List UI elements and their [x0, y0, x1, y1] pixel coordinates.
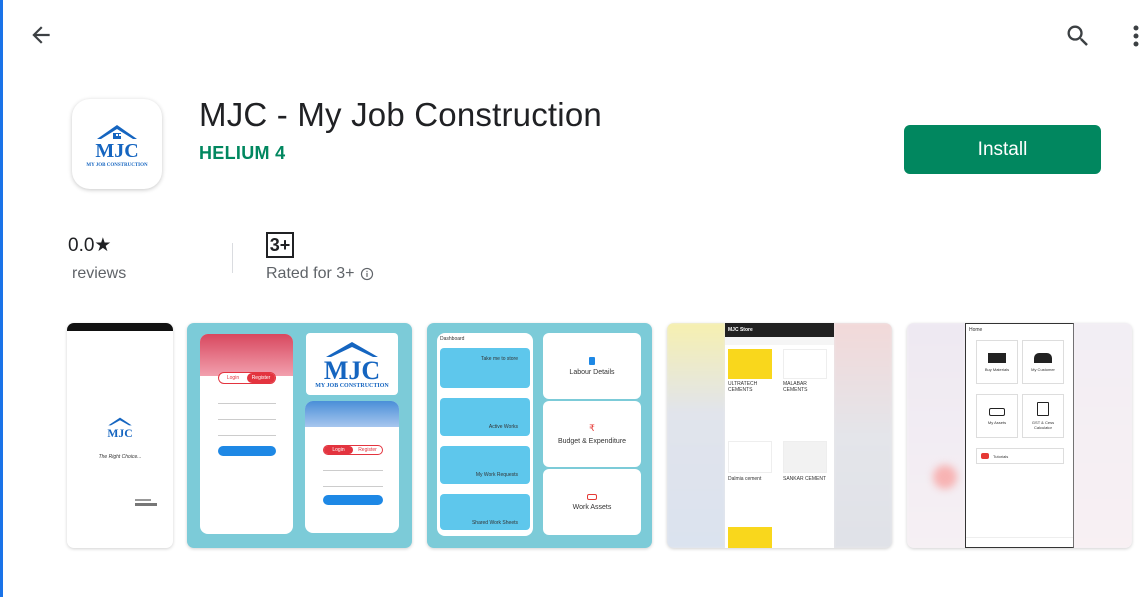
product-image — [783, 441, 827, 473]
search-button[interactable] — [1060, 18, 1096, 54]
rated-label: Rated for 3+ — [266, 265, 355, 282]
app-title: MJC - My Job Construction — [199, 96, 602, 133]
assets-card: Work Assets — [543, 469, 641, 535]
more-options-button[interactable] — [1124, 18, 1148, 54]
app-icon-subtext: MY JOB CONSTRUCTION — [86, 162, 148, 168]
age-rating-badge: 3+ — [266, 232, 294, 258]
content-rating[interactable]: Rated for 3+ — [266, 265, 374, 283]
product-image — [783, 349, 827, 379]
svg-text:MJC: MJC — [324, 356, 380, 383]
login-register-toggle: Login Register — [218, 372, 276, 384]
more-vert-icon — [1133, 25, 1139, 47]
budget-card: ₹ Budget & Expenditure — [543, 401, 641, 467]
powered-by-mark — [135, 499, 159, 507]
screenshot-4[interactable]: MJC Store ULTRATECH CEMENTS MALABAR CEME… — [667, 323, 892, 548]
rating-value: 0.0★ — [68, 235, 112, 256]
home-tile: My Customer — [1022, 340, 1064, 384]
product-image — [728, 441, 772, 473]
app-icon: MJC MY JOB CONSTRUCTION — [72, 99, 162, 189]
status-bar — [67, 323, 173, 331]
home-tile: GST & Cess Calculator — [1022, 394, 1064, 438]
store-screen: MJC Store ULTRATECH CEMENTS MALABAR CEME… — [725, 323, 834, 548]
info-icon — [360, 267, 373, 281]
dashboard-tile: Shared Work Sheets — [440, 494, 530, 530]
stat-divider — [232, 243, 233, 273]
svg-text:MJC: MJC — [95, 140, 138, 162]
home-screen: Home Buy Materials My Customer My Assets… — [965, 323, 1074, 548]
developer-link[interactable]: HELIUM 4 — [199, 143, 285, 164]
arrow-back-icon — [32, 26, 50, 44]
svg-text:MJC: MJC — [107, 427, 132, 440]
dashboard-tile: My Work Requests — [440, 446, 530, 484]
screenshot-5[interactable]: Home Buy Materials My Customer My Assets… — [907, 323, 1132, 548]
reviews-label: reviews — [72, 265, 127, 282]
home-tile: Buy Materials — [976, 340, 1018, 384]
tutorials-row: Tutorials — [976, 448, 1064, 464]
back-button[interactable] — [24, 18, 58, 52]
mjc-logo-icon: MJC — [324, 342, 380, 383]
dashboard-tile: Take me to store — [440, 348, 530, 388]
window-edge — [0, 0, 3, 597]
splash-logo: MJC — [97, 415, 143, 446]
dashboard-tile: Active Works — [440, 398, 530, 436]
dashboard-screen: Dashboard Take me to store Active Works … — [437, 333, 533, 536]
screenshot-2[interactable]: Login Register MJC MY JOB CONSTRUCTION L… — [187, 323, 412, 548]
search-icon — [1067, 25, 1088, 46]
product-image — [728, 349, 772, 379]
screenshot-3[interactable]: Dashboard Take me to store Active Works … — [427, 323, 652, 548]
mjc-banner: MJC MY JOB CONSTRUCTION — [306, 333, 398, 395]
splash-tagline: The Right Choice... — [98, 454, 142, 460]
install-button[interactable]: Install — [904, 125, 1101, 174]
home-tile: My Assets — [976, 394, 1018, 438]
register-screen: Login Register — [200, 334, 293, 534]
login-screen: Login Register — [305, 401, 399, 533]
mjc-logo-icon: MJC — [95, 124, 139, 162]
screenshot-1[interactable]: MJC The Right Choice... — [67, 323, 173, 548]
mjc-logo-icon: MJC — [107, 417, 133, 440]
labour-card: Labour Details — [543, 333, 641, 399]
